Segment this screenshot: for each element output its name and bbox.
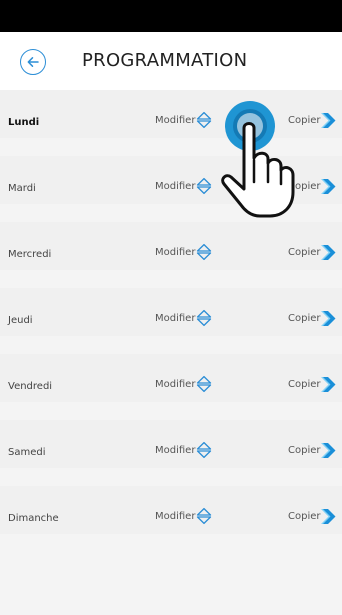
expand-up-down-icon[interactable] bbox=[196, 441, 212, 459]
day-label: Jeudi bbox=[8, 315, 33, 326]
expand-up-down-icon[interactable] bbox=[196, 375, 212, 393]
modify-button[interactable]: Modifier bbox=[155, 445, 195, 456]
copy-arrow-icon[interactable] bbox=[320, 310, 336, 327]
day-list: Lundi Modifier Copier Mardi Modifier Cop… bbox=[0, 90, 342, 615]
back-button[interactable] bbox=[20, 49, 46, 75]
copy-arrow-icon[interactable] bbox=[320, 178, 336, 195]
modify-button[interactable]: Modifier bbox=[155, 115, 195, 126]
day-row-mercredi: Mercredi Modifier Copier bbox=[0, 222, 342, 270]
copy-arrow-icon[interactable] bbox=[320, 442, 336, 459]
day-label: Mardi bbox=[8, 183, 36, 194]
status-bar bbox=[0, 0, 342, 32]
copy-arrow-icon[interactable] bbox=[320, 376, 336, 393]
arrow-left-circle-icon bbox=[27, 57, 39, 67]
expand-up-down-icon[interactable] bbox=[196, 309, 212, 327]
modify-button[interactable]: Modifier bbox=[155, 181, 195, 192]
expand-up-down-icon[interactable] bbox=[196, 507, 212, 525]
copy-button[interactable]: Copier bbox=[288, 379, 321, 390]
day-row-lundi: Lundi Modifier Copier bbox=[0, 90, 342, 138]
copy-button[interactable]: Copier bbox=[288, 181, 321, 192]
modify-button[interactable]: Modifier bbox=[155, 247, 195, 258]
modify-button[interactable]: Modifier bbox=[155, 511, 195, 522]
header: PROGRAMMATION bbox=[0, 32, 342, 90]
copy-arrow-icon[interactable] bbox=[320, 112, 336, 129]
day-row-jeudi: Jeudi Modifier Copier bbox=[0, 288, 342, 336]
day-label: Vendredi bbox=[8, 381, 53, 392]
modify-button[interactable]: Modifier bbox=[155, 379, 195, 390]
day-row-mardi: Mardi Modifier Copier bbox=[0, 156, 342, 204]
expand-up-down-icon[interactable] bbox=[196, 243, 212, 261]
copy-arrow-icon[interactable] bbox=[320, 508, 336, 525]
expand-up-down-icon[interactable] bbox=[196, 177, 212, 195]
copy-button[interactable]: Copier bbox=[288, 313, 321, 324]
copy-button[interactable]: Copier bbox=[288, 511, 321, 522]
copy-arrow-icon[interactable] bbox=[320, 244, 336, 261]
day-row-samedi: Samedi Modifier Copier bbox=[0, 420, 342, 468]
day-label: Lundi bbox=[8, 117, 40, 128]
day-label: Mercredi bbox=[8, 249, 52, 260]
expand-up-down-icon[interactable] bbox=[196, 111, 212, 129]
page-title: PROGRAMMATION bbox=[82, 50, 248, 71]
day-label: Samedi bbox=[8, 447, 46, 458]
day-label: Dimanche bbox=[8, 513, 59, 524]
copy-button[interactable]: Copier bbox=[288, 445, 321, 456]
copy-button[interactable]: Copier bbox=[288, 115, 321, 126]
day-row-dimanche: Dimanche Modifier Copier bbox=[0, 486, 342, 534]
modify-button[interactable]: Modifier bbox=[155, 313, 195, 324]
copy-button[interactable]: Copier bbox=[288, 247, 321, 258]
screen: PROGRAMMATION Lundi Modifier Copier Mard… bbox=[0, 0, 342, 615]
day-row-vendredi: Vendredi Modifier Copier bbox=[0, 354, 342, 402]
